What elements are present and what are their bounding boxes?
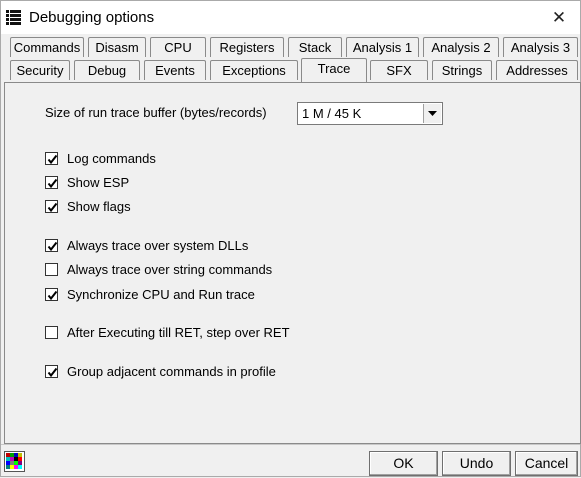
window-title: Debugging options	[29, 9, 155, 26]
tab-strings[interactable]: Strings	[432, 60, 492, 80]
tab-security[interactable]: Security	[10, 60, 70, 80]
synchronize-cpu-run-trace-label: Synchronize CPU and Run trace	[67, 287, 255, 302]
tab-sfx[interactable]: SFX	[370, 60, 428, 80]
tab-commands[interactable]: Commands	[10, 37, 84, 57]
tab-cpu[interactable]: CPU	[150, 37, 206, 57]
tab-addresses[interactable]: Addresses	[496, 60, 578, 80]
button-bar: OK Undo Cancel	[1, 444, 580, 477]
show-esp-checkbox[interactable]	[45, 176, 58, 189]
dialog-body: Commands Disasm CPU Registers Stack Anal…	[0, 34, 581, 477]
show-esp-label: Show ESP	[67, 175, 130, 190]
tab-analysis-3[interactable]: Analysis 3	[503, 37, 578, 57]
close-button[interactable]: ✕	[538, 1, 580, 34]
ok-button[interactable]: OK	[369, 451, 438, 476]
buffer-size-label: Size of run trace buffer (bytes/records)	[45, 105, 267, 120]
buffer-size-select[interactable]: 1 M / 45 K	[297, 102, 443, 125]
palette-icon[interactable]	[4, 451, 25, 472]
step-over-ret-checkbox[interactable]	[45, 326, 58, 339]
title-bar: Debugging options ✕	[0, 0, 581, 34]
show-flags-label: Show flags	[67, 199, 131, 214]
trace-over-system-dlls-checkbox[interactable]	[45, 239, 58, 252]
tab-stack[interactable]: Stack	[288, 37, 342, 57]
chevron-down-icon[interactable]	[423, 104, 441, 123]
buffer-size-value: 1 M / 45 K	[302, 106, 362, 121]
tab-trace[interactable]: Trace	[301, 58, 367, 82]
cancel-button[interactable]: Cancel	[515, 451, 578, 476]
step-over-ret-label: After Executing till RET, step over RET	[67, 325, 290, 340]
tab-analysis-1[interactable]: Analysis 1	[346, 37, 419, 57]
synchronize-cpu-run-trace-checkbox[interactable]	[45, 288, 58, 301]
group-adjacent-commands-checkbox[interactable]	[45, 365, 58, 378]
tab-analysis-2[interactable]: Analysis 2	[423, 37, 499, 57]
trace-tab-panel: Size of run trace buffer (bytes/records)…	[4, 82, 581, 444]
tab-exceptions[interactable]: Exceptions	[210, 60, 298, 80]
trace-over-string-commands-label: Always trace over string commands	[67, 262, 273, 277]
log-commands-checkbox[interactable]	[45, 152, 58, 165]
tab-registers[interactable]: Registers	[210, 37, 284, 57]
undo-button[interactable]: Undo	[442, 451, 511, 476]
tab-events[interactable]: Events	[144, 60, 206, 80]
group-adjacent-commands-label: Group adjacent commands in profile	[67, 364, 276, 379]
trace-over-string-commands-checkbox[interactable]	[45, 263, 58, 276]
tab-disasm[interactable]: Disasm	[88, 37, 146, 57]
list-menu-icon[interactable]	[5, 9, 22, 26]
show-flags-checkbox[interactable]	[45, 200, 58, 213]
log-commands-label: Log commands	[67, 151, 156, 166]
tab-debug[interactable]: Debug	[74, 60, 140, 80]
trace-over-system-dlls-label: Always trace over system DLLs	[67, 238, 249, 253]
